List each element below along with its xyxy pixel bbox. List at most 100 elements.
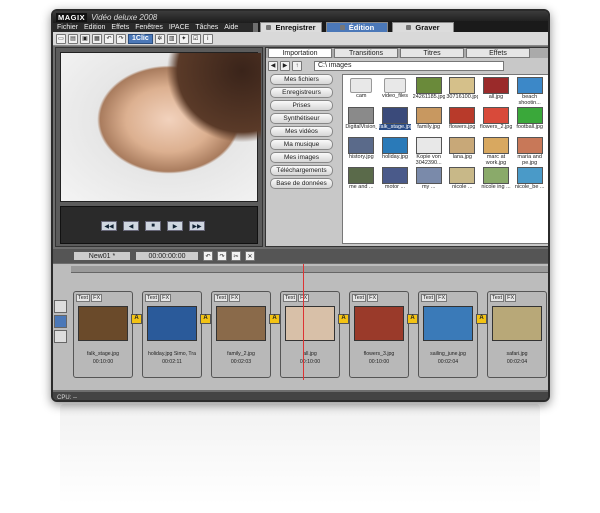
save-icon[interactable]: ▣ [80, 33, 90, 44]
pool-nav-button[interactable]: Mes images [270, 152, 333, 163]
clip-option-button[interactable]: Text [421, 294, 436, 302]
path-field[interactable]: C:\ images [314, 60, 504, 71]
transition-ab-icon[interactable]: A [131, 314, 142, 324]
clip-option-button[interactable]: FX [91, 294, 103, 302]
clip-option-button[interactable]: Text [214, 294, 229, 302]
clip-option-button[interactable]: FX [505, 294, 517, 302]
pool-nav-button[interactable]: Synthétiseur [270, 113, 333, 124]
menu-item[interactable]: Tâches [195, 24, 218, 31]
file-item[interactable]: Kopie von 3042390... [412, 137, 445, 166]
print-icon[interactable]: ▦ [92, 33, 102, 44]
fast-forward-icon[interactable]: ▶▶ [189, 221, 205, 231]
transition-ab-icon[interactable]: A [338, 314, 349, 324]
pool-nav-button[interactable]: Base de données [270, 178, 333, 189]
stop-icon[interactable]: ■ [145, 221, 161, 231]
file-item[interactable]: football.jpg [513, 107, 546, 136]
transition-ab-icon[interactable]: A [200, 314, 211, 324]
oneclic-button[interactable]: 1Clic [128, 33, 153, 44]
clip-option-button[interactable]: FX [160, 294, 172, 302]
file-item[interactable]: maria and pe.jpg [513, 137, 546, 166]
pool-nav-button[interactable]: Ma musique [270, 139, 333, 150]
clip-option-button[interactable]: Text [76, 294, 91, 302]
file-item[interactable]: video_files [379, 77, 412, 106]
file-item[interactable]: flowers.jpg [446, 107, 479, 136]
clip-option-button[interactable]: Text [145, 294, 160, 302]
timeline-view-icon[interactable] [54, 315, 67, 328]
file-item[interactable]: nicole ing ... [480, 167, 513, 196]
file-item[interactable]: motor ... [379, 167, 412, 196]
cut-icon[interactable]: ✂ [231, 251, 241, 261]
rewind-icon[interactable]: ◀◀ [101, 221, 117, 231]
menu-item[interactable]: Fenêtres [135, 24, 163, 31]
timeline-clip[interactable]: Text FX holiday.jpg Simo, Tra 00:02:11 [142, 291, 202, 378]
file-item[interactable]: 30716100.jpg [446, 77, 479, 106]
clip-option-button[interactable]: FX [436, 294, 448, 302]
clip-option-button[interactable]: FX [367, 294, 379, 302]
timeline-clip[interactable]: Text FX sailing_june.jpg 00:02:04 [418, 291, 478, 378]
redo-icon[interactable]: ↷ [116, 33, 126, 44]
delete-icon[interactable]: ✕ [245, 251, 255, 261]
pool-tab[interactable]: Effets [466, 48, 530, 58]
pool-nav-button[interactable]: Téléchargements [270, 165, 333, 176]
wizard-icon[interactable]: ✦ [178, 33, 189, 44]
file-item[interactable]: marc at work.jpg [480, 137, 513, 166]
playhead[interactable] [303, 264, 304, 380]
pool-nav-button[interactable]: Prises [270, 100, 333, 111]
menu-item[interactable]: Fichier [57, 24, 78, 31]
clip-option-button[interactable]: Text [490, 294, 505, 302]
file-item[interactable]: my ... [412, 167, 445, 196]
pool-nav-button[interactable]: Mes fichiers [270, 74, 333, 85]
pool-tab[interactable]: Transitions [334, 48, 398, 58]
undo-icon[interactable]: ↶ [104, 33, 114, 44]
file-item[interactable]: nicole_be ... [513, 167, 546, 196]
clip-option-button[interactable]: Text [352, 294, 367, 302]
undo-timeline-icon[interactable]: ↶ [203, 251, 213, 261]
tasks-icon[interactable]: ☑ [190, 33, 201, 44]
step-back-icon[interactable]: ◀ [123, 221, 139, 231]
play-icon[interactable]: ▶ [167, 221, 183, 231]
file-item[interactable]: flowers_2.jpg [480, 107, 513, 136]
info-icon[interactable]: i [202, 33, 213, 44]
transition-ab-icon[interactable]: A [476, 314, 487, 324]
new-file-icon[interactable]: ▭ [56, 33, 66, 44]
effects-icon[interactable]: ✲ [154, 33, 165, 44]
timeline-clip[interactable]: Text FX family_2.jpg 00:02:03 [211, 291, 271, 378]
pool-nav-button[interactable]: Mes vidéos [270, 126, 333, 137]
file-item[interactable]: holiday.jpg [379, 137, 412, 166]
file-item[interactable]: falk_stage.jpg [378, 107, 412, 136]
scene-view-icon[interactable] [54, 330, 67, 343]
back-icon[interactable]: ◀ [268, 60, 278, 71]
clip-option-button[interactable]: Text [283, 294, 298, 302]
timeline-clip[interactable]: Text FX safari.jpg 00:02:04 [487, 291, 547, 378]
timeline-clip[interactable]: Text FX flowers_3.jpg 00:10:00 [349, 291, 409, 378]
storyboard-view-icon[interactable] [54, 300, 67, 313]
file-item[interactable]: history.jpg [345, 137, 378, 166]
timeline-ruler[interactable] [71, 266, 548, 273]
file-item[interactable]: lana.jpg [446, 137, 479, 166]
open-folder-icon[interactable]: ▤ [68, 33, 78, 44]
file-item[interactable]: me and ... [345, 167, 378, 196]
forward-icon[interactable]: ▶ [280, 60, 290, 71]
redo-timeline-icon[interactable]: ↷ [217, 251, 227, 261]
file-item[interactable]: cam [345, 77, 378, 106]
file-item[interactable]: all.jpg [480, 77, 513, 106]
menu-item[interactable]: IPACE [169, 24, 190, 31]
pool-tab[interactable]: Titres [400, 48, 464, 58]
mixer-icon[interactable]: ▥ [166, 33, 177, 44]
pool-nav-button[interactable]: Enregistreurs [270, 87, 333, 98]
menu-item[interactable]: Edition [84, 24, 105, 31]
file-item[interactable]: 24261185.jpg [412, 77, 445, 106]
file-item[interactable]: nicole ... [446, 167, 479, 196]
menu-item[interactable]: Effets [111, 24, 129, 31]
pool-tab[interactable]: Importation [268, 48, 332, 58]
project-selector[interactable]: New01 * [73, 251, 131, 261]
timeline-clip[interactable]: Text FX falk_stage.jpg 00:10:00 [73, 291, 133, 378]
up-folder-icon[interactable]: ↑ [292, 60, 302, 71]
file-item[interactable]: family.jpg [412, 107, 445, 136]
menu-item[interactable]: Aide [224, 24, 238, 31]
clip-option-button[interactable]: FX [229, 294, 241, 302]
timeline-clip[interactable]: TextFX all.jpg 00:10:00 [280, 291, 340, 378]
transition-ab-icon[interactable]: A [269, 314, 280, 324]
file-item[interactable]: beach shootin... [513, 77, 546, 106]
file-item[interactable]: DigitalVision_M82... [345, 107, 378, 136]
